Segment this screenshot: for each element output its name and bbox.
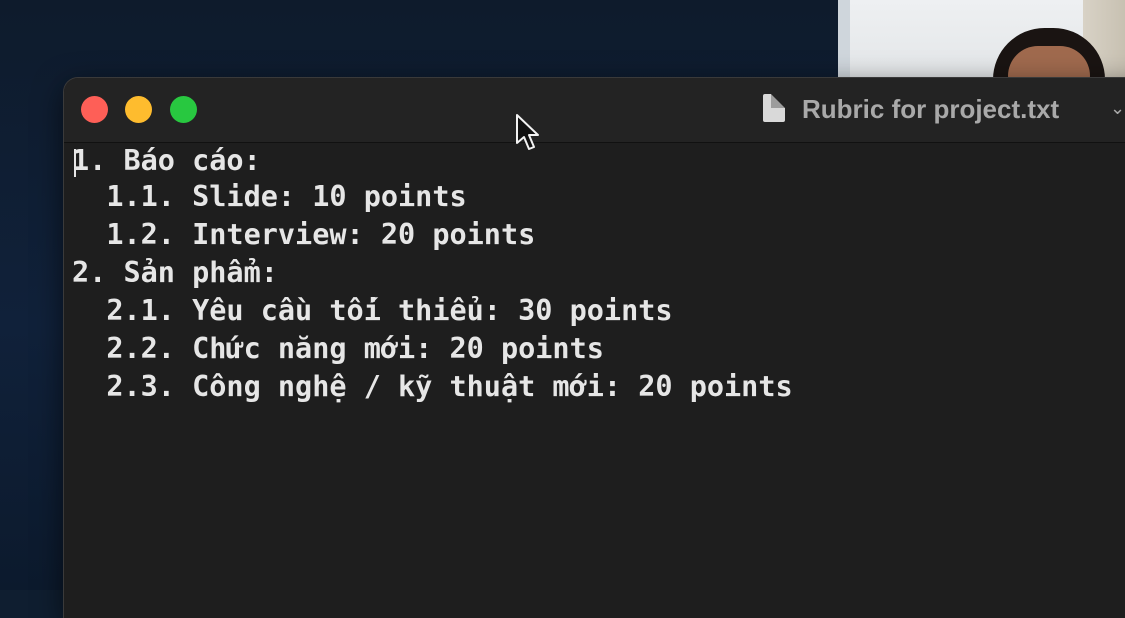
text-line: 1.1. Slide: 10 points — [72, 180, 467, 213]
webcam-person-face — [1008, 46, 1090, 80]
mouse-pointer-icon — [516, 114, 539, 150]
text-editor-window: Rubric for project.txt ⌄ 1. Báo cáo: 1.1… — [64, 78, 1125, 618]
webcam-wall — [838, 0, 850, 80]
text-line: 1.2. Interview: 20 points — [72, 218, 536, 251]
webcam-video-thumbnail — [838, 0, 1125, 80]
minimize-button[interactable] — [125, 96, 152, 123]
zoom-button[interactable] — [170, 96, 197, 123]
text-caret — [74, 149, 76, 177]
text-editor-area[interactable]: 1. Báo cáo: 1.1. Slide: 10 points 1.2. I… — [72, 144, 1122, 604]
text-line: 2. Sản phẩm: — [72, 256, 278, 289]
text-line: 2.2. Chức năng mới: 20 points — [72, 332, 604, 365]
text-line: 2.3. Công nghệ / kỹ thuật mới: 20 points — [72, 370, 793, 403]
text-line: 2.1. Yêu cầu tối thiểu: 30 points — [72, 294, 673, 327]
close-button[interactable] — [81, 96, 108, 123]
document-icon — [763, 94, 785, 122]
window-titlebar[interactable]: Rubric for project.txt ⌄ — [64, 78, 1125, 143]
text-line: 1. Báo cáo: — [72, 144, 261, 177]
chevron-down-icon[interactable]: ⌄ — [1110, 93, 1125, 125]
window-title[interactable]: Rubric for project.txt — [802, 93, 1059, 125]
